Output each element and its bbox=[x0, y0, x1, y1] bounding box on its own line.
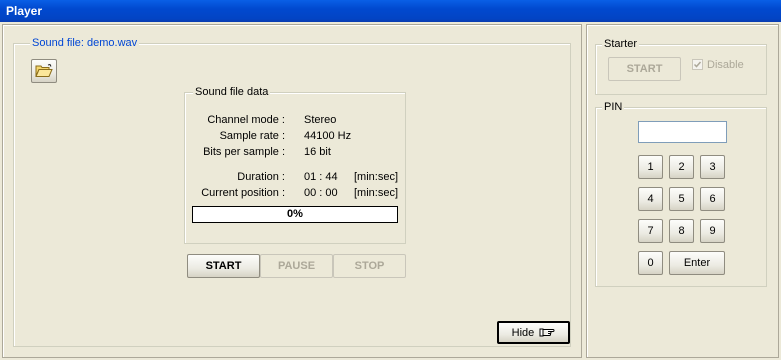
duration-unit: [min:sec] bbox=[354, 171, 399, 183]
starter-start-button[interactable]: START bbox=[608, 57, 681, 81]
duration-value: 01 : 44 bbox=[304, 171, 338, 183]
pointing-hand-icon bbox=[539, 328, 555, 337]
stop-button[interactable]: STOP bbox=[333, 254, 406, 278]
disable-checkbox-label: Disable bbox=[707, 59, 744, 71]
start-button[interactable]: START bbox=[187, 254, 260, 278]
player-panel: Sound file: demo.wav Sound file data Cha… bbox=[2, 24, 582, 358]
open-file-button[interactable] bbox=[31, 59, 57, 83]
playback-progress-bar: 0% bbox=[192, 206, 398, 223]
current-position-value: 00 : 00 bbox=[304, 187, 338, 199]
pause-button[interactable]: PAUSE bbox=[260, 254, 333, 278]
pin-enter-button[interactable]: Enter bbox=[669, 251, 725, 275]
pin-key-2[interactable]: 2 bbox=[669, 155, 694, 179]
current-position-unit: [min:sec] bbox=[354, 187, 399, 199]
channel-mode-label: Channel mode : bbox=[207, 114, 285, 126]
pin-key-1[interactable]: 1 bbox=[638, 155, 663, 179]
control-panel: Starter START Disable PIN 1 2 3 4 5 6 7 … bbox=[586, 24, 779, 358]
pin-key-3[interactable]: 3 bbox=[700, 155, 725, 179]
hide-button[interactable]: Hide bbox=[497, 321, 570, 344]
pin-key-5[interactable]: 5 bbox=[669, 187, 694, 211]
pin-key-0[interactable]: 0 bbox=[638, 251, 663, 275]
sample-rate-label: Sample rate : bbox=[219, 130, 285, 142]
current-position-label: Current position : bbox=[201, 187, 285, 199]
pin-group-label: PIN bbox=[602, 101, 625, 113]
folder-open-icon bbox=[35, 63, 53, 77]
sound-file-data-group: Sound file data Channel mode : Stereo Sa… bbox=[184, 86, 406, 244]
bits-per-sample-value: 16 bit bbox=[304, 146, 331, 158]
starter-group: Starter START Disable bbox=[595, 38, 767, 95]
disable-checkbox[interactable] bbox=[692, 59, 703, 70]
pin-key-4[interactable]: 4 bbox=[638, 187, 663, 211]
sample-rate-value: 44100 Hz bbox=[304, 130, 352, 142]
sound-file-group-label: Sound file: demo.wav bbox=[30, 37, 140, 49]
pin-key-6[interactable]: 6 bbox=[700, 187, 725, 211]
sound-file-group: Sound file: demo.wav Sound file data Cha… bbox=[13, 37, 571, 347]
duration-label: Duration : bbox=[237, 171, 285, 183]
hide-button-label: Hide bbox=[511, 327, 535, 339]
pin-group: PIN 1 2 3 4 5 6 7 8 9 0 Enter bbox=[595, 101, 767, 287]
channel-mode-value: Stereo bbox=[304, 114, 337, 126]
starter-group-label: Starter bbox=[602, 38, 640, 50]
checkmark-icon bbox=[693, 61, 702, 68]
bits-per-sample-label: Bits per sample : bbox=[203, 146, 285, 158]
pin-input[interactable] bbox=[638, 121, 727, 143]
sound-file-data-group-label: Sound file data bbox=[193, 86, 271, 98]
window-titlebar: Player bbox=[0, 0, 781, 22]
window-title: Player bbox=[6, 4, 43, 18]
pin-key-7[interactable]: 7 bbox=[638, 219, 663, 243]
progress-text: 0% bbox=[287, 208, 303, 220]
pin-key-8[interactable]: 8 bbox=[669, 219, 694, 243]
pin-key-9[interactable]: 9 bbox=[700, 219, 725, 243]
